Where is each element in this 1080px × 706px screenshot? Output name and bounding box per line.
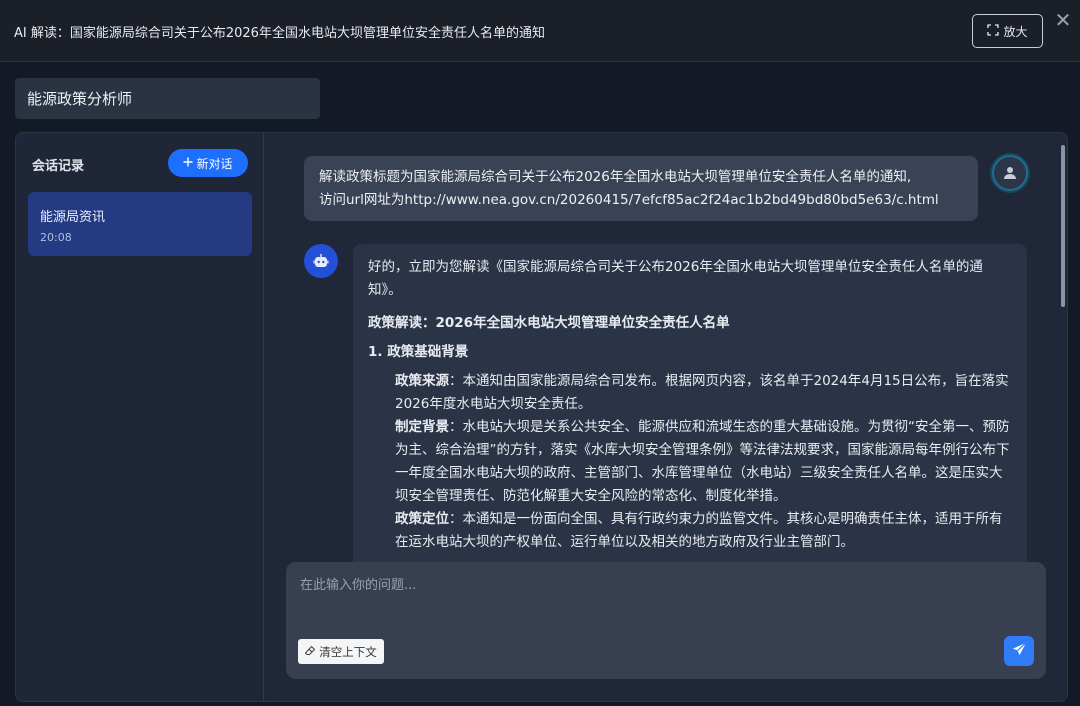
conversation-title: 能源局资讯 <box>40 210 106 225</box>
question-input[interactable] <box>300 574 1030 624</box>
plus-icon <box>183 156 193 170</box>
source-paragraph: 政策来源：本通知由国家能源局综合司发布。根据网页内容，该名单于2024年4月15… <box>368 370 1012 416</box>
expand-icon <box>987 23 1000 39</box>
history-sidebar: 会话记录 新对话 能源局资讯 20:08 <box>16 133 264 701</box>
source-label: 政策来源 <box>395 373 449 389</box>
send-button[interactable] <box>1004 636 1034 666</box>
user-message: 解读政策标题为国家能源局综合司关于公布2026年全国水电站大坝管理单位安全责任人… <box>304 156 978 221</box>
chat-scrollbar[interactable] <box>1061 145 1065 307</box>
chat-area: 解读政策标题为国家能源局综合司关于公布2026年全国水电站大坝管理单位安全责任人… <box>265 133 1067 701</box>
eraser-icon <box>304 645 316 659</box>
send-icon <box>1012 642 1027 660</box>
conversation-item[interactable]: 能源局资讯 20:08 <box>28 192 252 256</box>
user-message-line1: 解读政策标题为国家能源局综合司关于公布2026年全国水电站大坝管理单位安全责任人… <box>319 169 912 185</box>
window-title: AI 解读：国家能源局综合司关于公布2026年全国水电站大坝管理单位安全责任人名… <box>14 26 545 41</box>
source-text: ：本通知由国家能源局综合司发布。根据网页内容，该名单于2024年4月15日公布，… <box>395 373 1009 412</box>
background-paragraph: 制定背景：水电站大坝是关系公共安全、能源供应和流域生态的重大基础设施。为贯彻“安… <box>368 416 1012 508</box>
assistant-message: 好的，立即为您解读《国家能源局综合司关于公布2026年全国水电站大坝管理单位安全… <box>353 244 1027 574</box>
conversation-time: 20:08 <box>40 231 72 244</box>
role-selector[interactable]: 能源政策分析师 <box>15 78 320 119</box>
role-name: 能源政策分析师 <box>27 90 133 108</box>
user-avatar-icon <box>992 155 1028 191</box>
chat-panel: 会话记录 新对话 能源局资讯 20:08 解读政策标题为国家能源局综合司关于公布… <box>15 132 1068 702</box>
expand-button[interactable]: 放大 <box>972 14 1043 48</box>
assistant-heading: 政策解读：2026年全国水电站大坝管理单位安全责任人名单 <box>368 315 730 331</box>
title-bar: AI 解读：国家能源局综合司关于公布2026年全国水电站大坝管理单位安全责任人名… <box>0 0 1080 62</box>
clear-context-label: 清空上下文 <box>319 646 377 659</box>
position-paragraph: 政策定位：本通知是一份面向全国、具有行政约束力的监管文件。其核心是明确责任主体，… <box>368 508 1012 554</box>
section-title: 1. 政策基础背景 <box>368 344 469 360</box>
close-icon[interactable]: ✕ <box>1054 10 1072 30</box>
expand-label: 放大 <box>1003 24 1028 39</box>
position-label: 政策定位 <box>395 511 449 527</box>
clear-context-button[interactable]: 清空上下文 <box>298 639 384 664</box>
input-area: 清空上下文 <box>286 562 1046 679</box>
position-text: ：本通知是一份面向全国、具有行政约束力的监管文件。其核心是明确责任主体，适用于所… <box>395 511 1003 550</box>
background-text: ：水电站大坝是关系公共安全、能源供应和流域生态的重大基础设施。为贯彻“安全第一、… <box>395 419 1010 504</box>
new-chat-button[interactable]: 新对话 <box>168 149 248 177</box>
new-chat-label: 新对话 <box>196 156 233 171</box>
history-title: 会话记录 <box>32 159 85 174</box>
background-label: 制定背景 <box>395 419 449 435</box>
assistant-intro: 好的，立即为您解读《国家能源局综合司关于公布2026年全国水电站大坝管理单位安全… <box>368 259 983 298</box>
bot-avatar-icon <box>304 244 338 278</box>
user-message-line2: 访问url网址为http://www.nea.gov.cn/20260415/7… <box>319 192 939 208</box>
